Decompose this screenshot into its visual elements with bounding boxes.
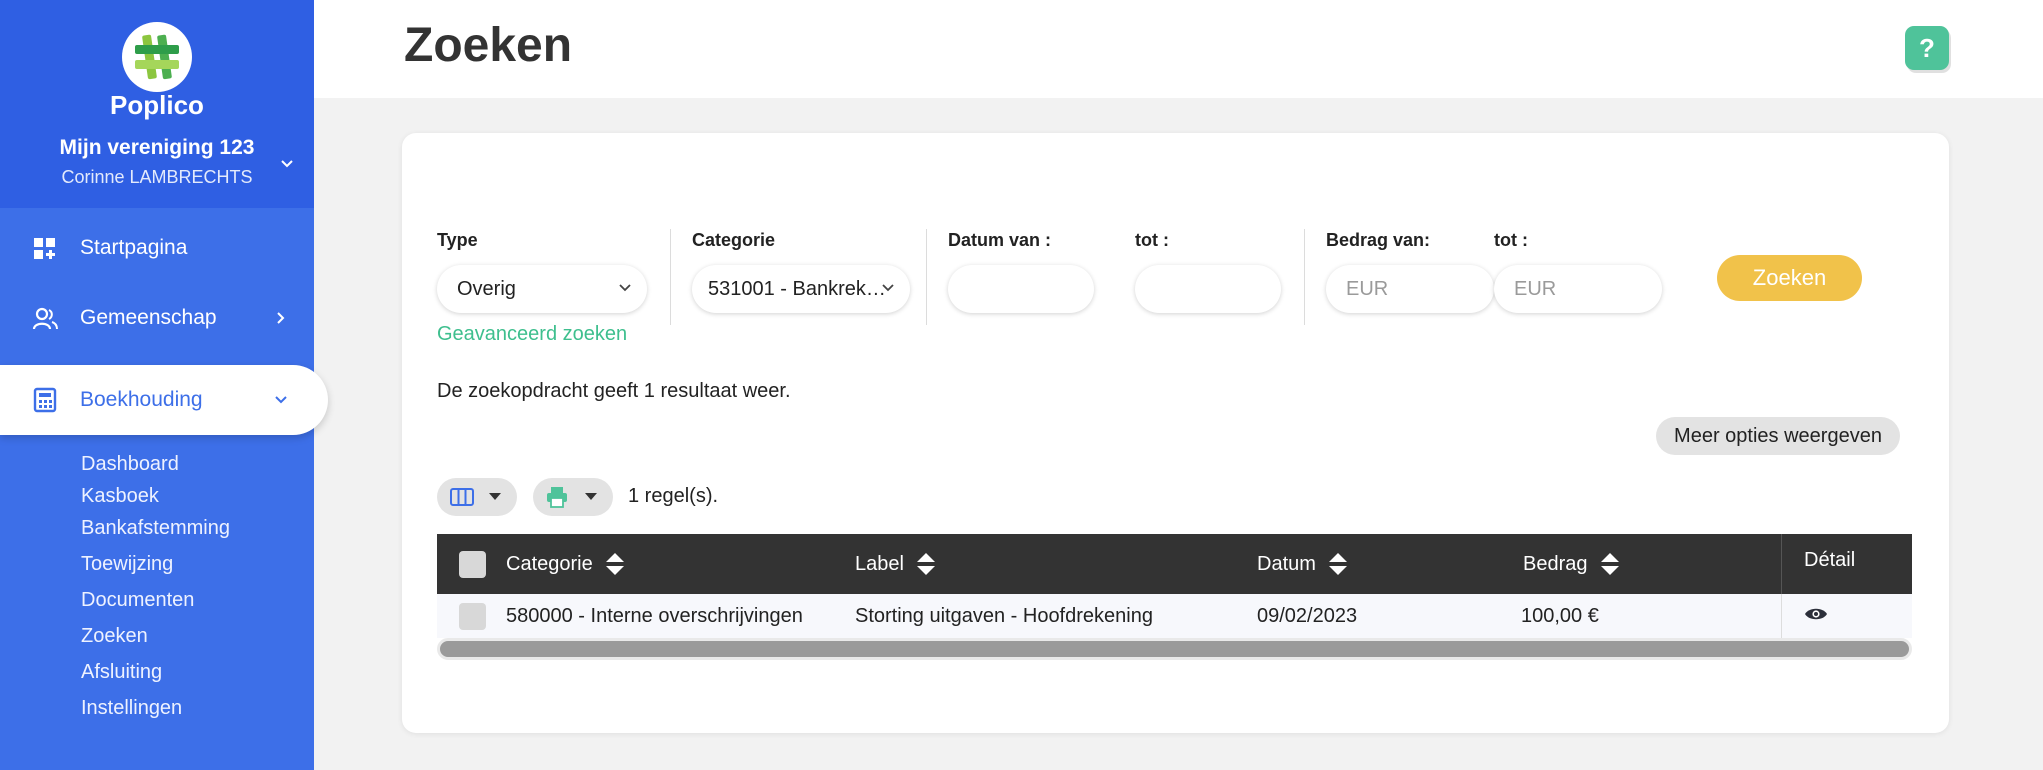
brand-name: Poplico <box>110 90 204 120</box>
date-to-label: tot : <box>1135 230 1169 250</box>
brand-block: Poplico Mijn vereniging 123 Corinne LAMB… <box>0 0 314 208</box>
advanced-search-link[interactable]: Geavanceerd zoeken <box>437 323 627 346</box>
category-label: Categorie <box>692 230 776 250</box>
users-icon <box>32 307 58 330</box>
chevron-down-icon[interactable] <box>278 155 296 173</box>
subnav-item-zoeken[interactable]: Zoeken <box>81 618 230 654</box>
column-header-label: Label <box>855 552 904 575</box>
poplico-logo <box>122 22 192 92</box>
sort-icon <box>1600 553 1619 575</box>
organization-name[interactable]: Mijn vereniging 123 <box>0 136 314 160</box>
column-header-label: Bedrag <box>1523 552 1588 575</box>
cell-datum: 09/02/2023 <box>1257 604 1358 627</box>
column-header-datum[interactable]: Datum <box>1257 534 1348 594</box>
sort-icon <box>916 553 935 575</box>
table-row[interactable]: 580000 - Interne overschrijvingen Storti… <box>437 594 1912 638</box>
results-table: Categorie Label Datum Bedrag Détail 5800… <box>437 534 1912 660</box>
date-from-input[interactable] <box>948 265 1094 313</box>
category-value: 531001 - Bankrek… <box>708 277 886 300</box>
sort-icon <box>1328 553 1347 575</box>
column-header-label: Categorie <box>506 552 593 575</box>
page-header: Zoeken ? <box>314 0 2043 98</box>
search-button[interactable]: Zoeken <box>1717 255 1862 301</box>
sidebar-item-startpagina[interactable]: Startpagina <box>0 214 314 282</box>
amount-from-placeholder: EUR <box>1346 277 1389 300</box>
category-select[interactable]: 531001 - Bankrek… <box>692 265 910 313</box>
subnav-item-afsluiting[interactable]: Afsluiting <box>81 654 230 690</box>
sidebar: Poplico Mijn vereniging 123 Corinne LAMB… <box>0 0 328 770</box>
date-from-label: Datum van : <box>948 230 1052 250</box>
sidebar-item-gemeenschap[interactable]: Gemeenschap <box>0 284 314 352</box>
caret-down-icon <box>585 493 597 500</box>
cell-bedrag: 100,00 € <box>1521 604 1599 627</box>
cell-label: Storting uitgaven - Hoofdrekening <box>855 604 1153 627</box>
dashboard-grid-icon <box>34 238 55 259</box>
calculator-icon <box>33 387 57 413</box>
subnav-item-documenten[interactable]: Documenten <box>81 582 230 618</box>
result-summary: De zoekopdracht geeft 1 resultaat weer. <box>437 380 791 402</box>
chevron-down-icon <box>619 284 631 292</box>
type-label: Type <box>437 230 478 250</box>
filter-divider <box>670 229 671 325</box>
columns-icon <box>450 488 474 506</box>
subnav-item-bankafstemming[interactable]: Bankafstemming <box>81 510 230 546</box>
row-count: 1 regel(s). <box>628 485 719 507</box>
filter-divider <box>926 229 927 325</box>
sort-icon <box>605 553 624 575</box>
column-header-detail: Détail <box>1781 534 1912 594</box>
table-header: Categorie Label Datum Bedrag Détail <box>437 534 1912 594</box>
export-button[interactable] <box>533 478 613 516</box>
column-header-categorie[interactable]: Categorie <box>506 534 625 594</box>
search-card: Type Overig Geavanceerd zoeken Categorie… <box>402 133 1949 733</box>
chevron-down-icon <box>882 284 894 292</box>
filter-divider <box>1304 229 1305 325</box>
date-to-input[interactable] <box>1135 265 1281 313</box>
select-all-checkbox[interactable] <box>459 534 486 594</box>
row-checkbox[interactable] <box>459 594 486 638</box>
amount-to-label: tot : <box>1494 230 1528 250</box>
chevron-down-icon <box>275 396 287 404</box>
horizontal-scrollbar[interactable] <box>437 638 1912 660</box>
more-options-button[interactable]: Meer opties weergeven <box>1656 417 1900 455</box>
subnav-item-dashboard[interactable]: Dashboard <box>81 446 230 482</box>
sidebar-item-boekhouding[interactable]: Boekhouding <box>0 365 328 435</box>
printer-icon <box>547 487 567 508</box>
caret-down-icon <box>489 493 501 500</box>
type-select[interactable]: Overig <box>437 265 647 313</box>
subnav-item-instellingen[interactable]: Instellingen <box>81 690 230 726</box>
subnav-item-toewijzing[interactable]: Toewijzing <box>81 546 230 582</box>
amount-to-input[interactable]: EUR <box>1494 265 1662 313</box>
column-header-label-col[interactable]: Label <box>855 534 936 594</box>
columns-toggle-button[interactable] <box>437 478 517 516</box>
subnav-item-kasboek[interactable]: Kasboek <box>81 482 230 510</box>
accounting-subnav: Dashboard Kasboek Bankafstemming Toewijz… <box>81 446 230 726</box>
amount-from-label: Bedrag van: <box>1326 230 1431 250</box>
view-detail-button[interactable] <box>1781 594 1912 638</box>
user-name: Corinne LAMBRECHTS <box>61 167 253 187</box>
column-header-label: Datum <box>1257 552 1316 575</box>
sidebar-item-label: Gemeenschap <box>80 306 217 329</box>
help-button[interactable]: ? <box>1905 26 1949 70</box>
eye-icon <box>1805 608 1827 620</box>
page-title: Zoeken <box>404 19 573 72</box>
sidebar-item-label: Startpagina <box>80 236 188 259</box>
amount-to-placeholder: EUR <box>1514 277 1557 300</box>
sidebar-item-label: Boekhouding <box>80 388 203 411</box>
column-header-bedrag[interactable]: Bedrag <box>1523 534 1620 594</box>
type-value: Overig <box>457 277 516 300</box>
amount-from-input[interactable]: EUR <box>1326 265 1494 313</box>
cell-categorie: 580000 - Interne overschrijvingen <box>506 604 803 627</box>
chevron-right-icon <box>277 312 285 324</box>
